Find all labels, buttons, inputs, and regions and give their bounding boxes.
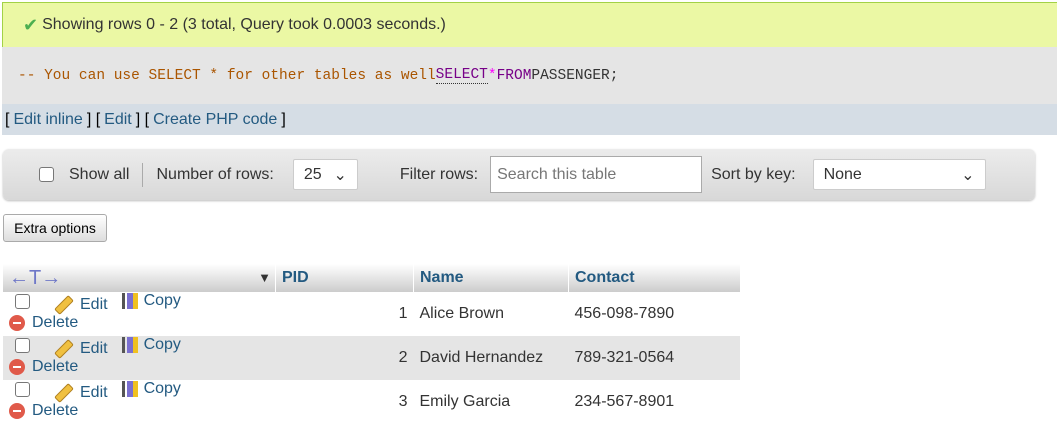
query-links: [Edit inline] [Edit] [Create PHP code] (2, 104, 1057, 135)
column-header-contact[interactable]: Contact (568, 264, 740, 292)
sort-value: None (823, 165, 862, 183)
row-checkbox[interactable] (15, 294, 30, 309)
extra-options-button[interactable]: Extra options (3, 214, 107, 242)
sql-keyword-select[interactable]: SELECT (435, 67, 488, 84)
filter-placeholder: Search this table (497, 165, 617, 183)
copy-button[interactable]: Copy (121, 380, 181, 398)
copy-icon (121, 337, 138, 353)
cell-pid: 1 (275, 292, 414, 336)
delete-button[interactable]: Delete (9, 314, 78, 332)
options-triangle-icon[interactable]: ▼ (258, 270, 271, 285)
chevron-down-icon: ⌄ (333, 166, 347, 184)
cell-name: Alice Brown (413, 292, 569, 336)
pencil-icon (54, 295, 74, 315)
column-resize-header[interactable]: ←T→ ▼ (3, 264, 276, 292)
sql-table: PASSENGER; (531, 67, 619, 84)
edit-button[interactable]: Edit (54, 295, 108, 315)
create-php-code-link[interactable]: Create PHP code (153, 111, 277, 129)
cell-pid: 2 (275, 336, 414, 380)
delete-button[interactable]: Delete (9, 358, 78, 376)
sql-star: * (487, 67, 497, 84)
column-header-pid[interactable]: PID (275, 264, 414, 292)
sql-query: -- You can use SELECT * for other tables… (2, 47, 1057, 104)
show-all-label: Show all (69, 165, 130, 183)
copy-icon (121, 293, 138, 309)
rows-value: 25 (303, 165, 322, 183)
rows-select[interactable]: 25 ⌄ (292, 159, 358, 190)
sort-select[interactable]: None ⌄ (812, 159, 986, 190)
success-message: ✔ Showing rows 0 - 2 (3 total, Query too… (2, 2, 1057, 47)
filter-input[interactable]: Search this table (490, 156, 703, 193)
row-checkbox[interactable] (15, 338, 30, 353)
edit-link[interactable]: Edit (104, 111, 132, 129)
cell-contact: 456-098-7890 (568, 292, 740, 336)
copy-button[interactable]: Copy (121, 336, 181, 354)
table-header: ←T→ ▼ PID Name Contact (3, 264, 740, 292)
edit-button[interactable]: Edit (54, 383, 108, 403)
delete-icon (9, 403, 25, 419)
row-checkbox[interactable] (15, 382, 30, 397)
delete-icon (9, 315, 25, 331)
success-text: Showing rows 0 - 2 (3 total, Query took … (42, 16, 446, 33)
filter-label: Filter rows: (399, 165, 479, 183)
cell-contact: 789-321-0564 (568, 336, 740, 380)
rows-label: Number of rows: (156, 165, 274, 183)
check-icon: ✔ (23, 14, 39, 35)
cell-name: Emily Garcia (413, 380, 569, 424)
cell-name: David Hernandez (413, 336, 569, 380)
divider (142, 162, 144, 187)
column-header-name[interactable]: Name (413, 264, 569, 292)
table-row: Edit Copy Delete 1 Alice Brown 456-098-789… (3, 292, 740, 336)
edit-inline-link[interactable]: Edit inline (13, 111, 82, 129)
copy-icon (121, 381, 138, 397)
copy-button[interactable]: Copy (121, 292, 181, 310)
cell-pid: 3 (275, 380, 414, 424)
arrows-icon: ←T→ (9, 266, 62, 289)
sql-comment: -- You can use SELECT * for other tables… (18, 67, 436, 84)
results-table: ←T→ ▼ PID Name Contact Edit Copy Delete 1 A… (3, 264, 740, 424)
delete-button[interactable]: Delete (9, 402, 78, 420)
delete-icon (9, 359, 25, 375)
sql-keyword-from: FROM (496, 67, 532, 84)
pencil-icon (54, 339, 74, 359)
table-row: Edit Copy Delete 3 Emily Garcia 234-567-89… (3, 380, 740, 424)
show-all-checkbox[interactable] (39, 167, 54, 182)
table-row: Edit Copy Delete 2 David Hernandez 789-321… (3, 336, 740, 380)
sort-label: Sort by key: (711, 165, 796, 183)
edit-button[interactable]: Edit (54, 339, 108, 359)
chevron-down-icon: ⌄ (961, 166, 975, 184)
pencil-icon (54, 383, 74, 403)
cell-contact: 234-567-8901 (568, 380, 740, 424)
navigation-bar: Show all Number of rows: 25 ⌄ Filter rows… (3, 149, 1035, 200)
